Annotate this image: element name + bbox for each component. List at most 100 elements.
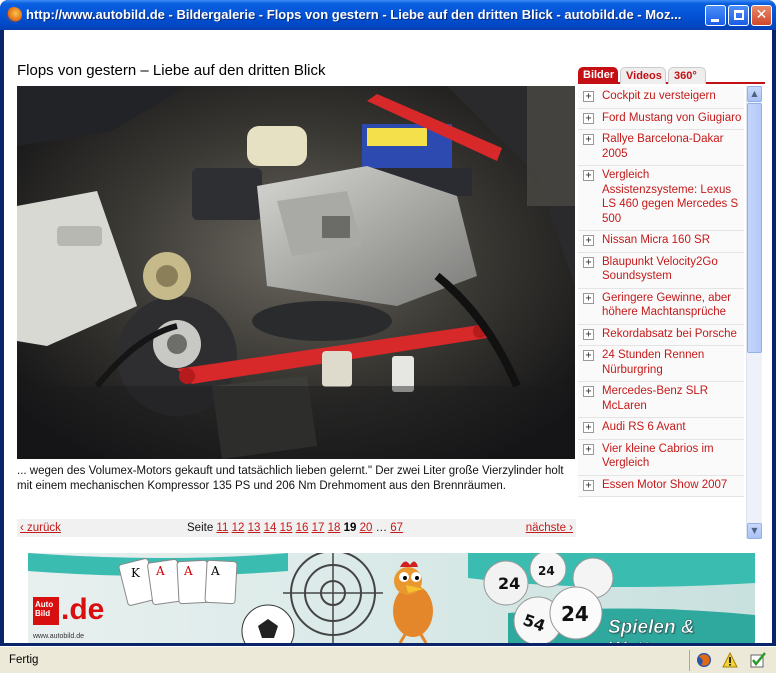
gallery-photo[interactable]: [17, 86, 575, 459]
gallery-list-item[interactable]: +24 Stunden Rennen Nürburgring: [578, 346, 744, 382]
gallery-list-item-label: Rekordabsatz bei Porsche: [602, 327, 737, 340]
expand-plus-icon[interactable]: +: [583, 292, 594, 304]
gallery-list-item[interactable]: + Rekordabsatz bei Porsche: [578, 324, 744, 346]
warning-icon[interactable]: [722, 652, 738, 668]
page-link[interactable]: 11: [216, 522, 228, 534]
expand-plus-icon[interactable]: +: [583, 256, 594, 268]
expand-plus-icon[interactable]: +: [583, 112, 594, 124]
ad-slogan: Spielen & Wetten: [608, 617, 695, 643]
soccer-ball-icon: [241, 604, 295, 643]
tab-360[interactable]: 360°: [668, 67, 706, 84]
scroll-thumb[interactable]: [747, 103, 762, 353]
expand-plus-icon[interactable]: +: [583, 328, 594, 340]
tab-bilder[interactable]: Bilder: [578, 67, 618, 84]
gallery-list-item-label: Vier kleine Cabrios im Vergleich: [602, 442, 714, 470]
logo-tld: .de: [61, 593, 105, 626]
image-caption: ... wegen des Volumex-Motors gekauft und…: [17, 465, 564, 492]
gallery-list: + Cockpit zu versteigern + Ford Mustang von…: [578, 87, 744, 549]
sidebar-scrollbar[interactable]: ▲ ▼: [746, 86, 762, 539]
autobild-logo-box: Auto Bild: [33, 597, 59, 625]
svg-text:A: A: [155, 564, 165, 578]
maximize-button[interactable]: [728, 5, 749, 26]
expand-plus-icon[interactable]: +: [583, 350, 594, 361]
page-link[interactable]: 16: [296, 522, 309, 534]
minimize-icon: [711, 19, 719, 22]
gallery-list-item-label: Vergleich Assistenzsysteme: Lexus LS 460…: [602, 169, 739, 225]
gallery-list-item-label: Cockpit zu versteigern: [602, 90, 716, 102]
lottery-ball-number: 24: [561, 602, 589, 626]
gallery-list-item-label: Rallye Barcelona-Dakar 2005: [602, 133, 724, 160]
page-link[interactable]: 15: [280, 522, 293, 534]
expand-plus-icon[interactable]: +: [583, 134, 594, 145]
status-bar: Fertig: [0, 646, 776, 673]
expand-plus-icon[interactable]: +: [583, 443, 594, 455]
logo-text-bottom: Bild: [35, 609, 51, 618]
gallery-list-item[interactable]: + Vier kleine Cabrios im Vergleich: [578, 439, 744, 476]
page-content: Flops von gestern – Liebe auf den dritte…: [12, 35, 765, 643]
page-ellipsis: …: [375, 522, 388, 534]
gallery-list-item[interactable]: + Audi RS 6 Avant: [578, 418, 744, 440]
gallery-list-item[interactable]: + Mercedes-Benz SLR McLaren: [578, 382, 744, 418]
page-link-last[interactable]: 67: [390, 522, 403, 534]
gallery-list-item-label: Nissan Micra 160 SR: [602, 234, 711, 246]
gallery-list-item-label: Ford Mustang von Giugiaro: [602, 111, 742, 124]
gallery-list-item-label: Essen Motor Show 2007: [602, 478, 728, 491]
scroll-up-arrow-icon[interactable]: ▲: [747, 86, 762, 102]
svg-text:K: K: [131, 566, 141, 580]
title-bar[interactable]: http://www.autobild.de - Bildergalerie -…: [0, 0, 776, 30]
gallery-list-item-label: 24 Stunden Rennen Nürburgring: [602, 349, 705, 376]
advertisement-banner[interactable]: K A A A 24 24 54 24 Auto Bild .de www.au…: [28, 553, 755, 643]
gallery-list-item[interactable]: + Geringere Gewinne, aber höhere Machtans…: [578, 288, 744, 325]
gallery-list-item[interactable]: + Vergleich Assistenzsysteme: Lexus LS 46…: [578, 166, 744, 231]
crosshair-target-icon: [283, 553, 383, 643]
expand-plus-icon[interactable]: +: [583, 479, 594, 491]
lottery-ball-number: 24: [538, 564, 555, 578]
lottery-ball-number: 24: [498, 574, 520, 593]
page-link[interactable]: 14: [264, 522, 277, 534]
prev-page-link[interactable]: ‹ zurück: [20, 519, 61, 537]
gallery-list-item-label: Audi RS 6 Avant: [602, 421, 686, 433]
firefox-status-icon[interactable]: [696, 652, 712, 668]
page-link[interactable]: 17: [312, 522, 325, 534]
maximize-icon: [734, 10, 744, 20]
ad-url: www.autobild.de: [33, 633, 84, 640]
chicken-mascot-icon: [393, 561, 433, 643]
lottery-balls-icon: 24 24 54 24: [483, 553, 614, 643]
svg-text:A: A: [210, 564, 220, 578]
expand-plus-icon[interactable]: +: [583, 422, 594, 433]
expand-plus-icon[interactable]: +: [583, 170, 594, 181]
gallery-list-item[interactable]: + Essen Motor Show 2007: [578, 475, 744, 497]
tab-videos[interactable]: Videos: [620, 67, 666, 84]
page-frame: Flops von gestern – Liebe auf den dritte…: [4, 30, 772, 643]
page-title: Flops von gestern – Liebe auf den dritte…: [17, 62, 326, 79]
gallery-list-item[interactable]: + Blaupunkt Velocity2Go Soundsystem: [578, 252, 744, 289]
window-title: http://www.autobild.de - Bildergalerie -…: [26, 7, 682, 22]
expand-plus-icon[interactable]: +: [583, 235, 594, 246]
page-link[interactable]: 20: [360, 522, 373, 534]
pagination: ‹ zurück Seite 11 12 13 14 15 16 17 18 1…: [17, 519, 576, 537]
gallery-list-item[interactable]: + Nissan Micra 160 SR: [578, 231, 744, 253]
scroll-down-arrow-icon[interactable]: ▼: [747, 523, 762, 539]
expand-plus-icon[interactable]: +: [583, 386, 594, 397]
security-check-icon[interactable]: [750, 652, 766, 668]
gallery-list-item[interactable]: + Rallye Barcelona-Dakar 2005: [578, 130, 744, 166]
firefox-icon: [6, 7, 22, 23]
sidebar-tabs: Bilder Videos 360°: [578, 66, 765, 84]
svg-text:A: A: [183, 564, 193, 578]
next-page-link[interactable]: nächste ›: [526, 519, 573, 537]
status-separator: [689, 650, 690, 671]
page-link[interactable]: 12: [232, 522, 245, 534]
close-button[interactable]: ✕: [751, 5, 772, 26]
gallery-list-item[interactable]: + Cockpit zu versteigern: [578, 87, 744, 109]
minimize-button[interactable]: [705, 5, 726, 26]
page-numbers: Seite 11 12 13 14 15 16 17 18 19 20 … 67: [187, 519, 403, 537]
playing-cards-icon: K A A A: [118, 558, 238, 606]
gallery-list-item[interactable]: + Ford Mustang von Giugiaro: [578, 108, 744, 130]
gallery-list-item-label: Blaupunkt Velocity2Go Soundsystem: [602, 255, 718, 283]
expand-plus-icon[interactable]: +: [583, 91, 594, 102]
gallery-list-item-label: Geringere Gewinne, aber höhere Machtansp…: [602, 291, 732, 319]
page-link[interactable]: 18: [328, 522, 341, 534]
status-text: Fertig: [9, 654, 39, 666]
page-number-list: 11 12 13 14 15 16 17 18 19 20: [216, 522, 375, 534]
page-link[interactable]: 13: [248, 522, 261, 534]
